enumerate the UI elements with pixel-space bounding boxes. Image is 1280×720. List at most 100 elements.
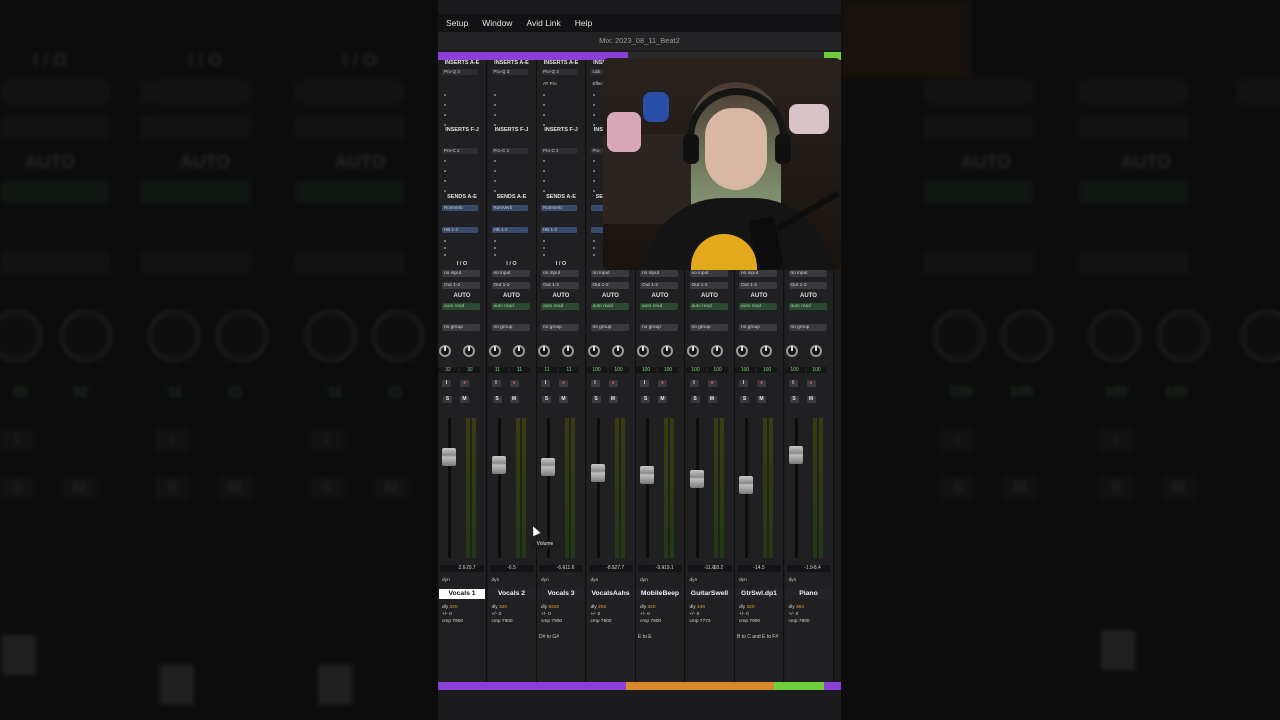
group-selector[interactable]: no group xyxy=(640,324,678,331)
dyn-button[interactable]: dyn xyxy=(690,577,728,584)
insert-slot[interactable]: Pro-C 2 xyxy=(442,148,478,154)
insert-slot[interactable]: AT Pro xyxy=(541,81,577,87)
insert-slot[interactable] xyxy=(492,81,528,87)
volume-fader[interactable] xyxy=(739,476,753,494)
pan-knob-right[interactable] xyxy=(562,345,574,357)
input-monitor-button[interactable]: I xyxy=(689,380,699,387)
output-selector[interactable]: Out 1-2 xyxy=(640,282,678,289)
insert-slot[interactable]: Pro-Q 3 xyxy=(541,69,577,75)
input-selector[interactable]: no input xyxy=(788,270,827,277)
pan-knob-right[interactable] xyxy=(463,345,475,357)
menu-window[interactable]: Window xyxy=(482,18,512,28)
pan-knob-left[interactable] xyxy=(439,345,451,357)
record-arm-icon[interactable]: ● xyxy=(707,380,717,387)
input-monitor-button[interactable]: I xyxy=(491,380,501,387)
automation-mode-selector[interactable]: auto read xyxy=(491,303,530,310)
input-selector[interactable]: no input xyxy=(689,270,728,277)
mute-button[interactable]: M xyxy=(757,396,766,403)
mute-button[interactable]: M xyxy=(559,396,568,403)
input-monitor-button[interactable]: I xyxy=(640,380,649,387)
mute-button[interactable]: M xyxy=(460,396,469,403)
solo-button[interactable]: S xyxy=(591,396,601,403)
output-selector[interactable]: Out 1-2 xyxy=(739,282,777,289)
send-slot[interactable]: HB 1-2 xyxy=(491,227,528,233)
track-name[interactable]: MobileBeep xyxy=(637,589,683,599)
menu-avid-link[interactable]: Avid Link xyxy=(526,18,560,28)
volume-fader[interactable] xyxy=(442,448,456,466)
automation-mode-selector[interactable]: auto read xyxy=(442,303,480,310)
volume-fader[interactable] xyxy=(689,470,704,488)
record-arm-icon[interactable]: ● xyxy=(608,380,618,387)
pan-knob-left[interactable] xyxy=(686,345,699,357)
record-arm-icon[interactable]: ● xyxy=(806,380,816,387)
insert-slot[interactable]: Pro-C 2 xyxy=(491,148,528,154)
group-selector[interactable]: no group xyxy=(442,324,480,331)
pan-knob-right[interactable] xyxy=(760,345,772,357)
input-monitor-button[interactable]: I xyxy=(788,380,798,387)
pan-knob-right[interactable] xyxy=(512,345,525,357)
send-slot[interactable]: RomVerb xyxy=(442,205,478,211)
output-selector[interactable]: Out 1-2 xyxy=(442,282,480,289)
input-selector[interactable]: no input xyxy=(491,270,530,277)
record-arm-icon[interactable]: ● xyxy=(559,380,568,387)
volume-fader[interactable] xyxy=(541,458,555,476)
input-selector[interactable]: no input xyxy=(442,270,480,277)
send-slot[interactable]: RomVerb xyxy=(541,205,577,211)
volume-fader[interactable] xyxy=(640,466,654,484)
record-arm-icon[interactable]: ● xyxy=(509,380,519,387)
volume-fader[interactable] xyxy=(788,446,803,464)
mute-button[interactable]: M xyxy=(608,396,618,403)
solo-button[interactable]: S xyxy=(443,396,452,403)
pan-knob-left[interactable] xyxy=(538,345,550,357)
group-selector[interactable]: no group xyxy=(590,324,629,331)
input-selector[interactable]: no input xyxy=(640,270,678,277)
automation-mode-selector[interactable]: auto read xyxy=(541,303,579,310)
mute-button[interactable]: M xyxy=(658,396,667,403)
track-name[interactable]: GuitarSwell xyxy=(686,589,733,599)
dyn-button[interactable]: dyn xyxy=(739,577,777,584)
input-monitor-button[interactable]: I xyxy=(541,380,550,387)
track-name[interactable]: VocalsAahs xyxy=(587,589,634,599)
dyn-button[interactable]: dyn xyxy=(541,577,579,584)
dyn-button[interactable]: dyn xyxy=(442,577,480,584)
record-arm-icon[interactable]: ● xyxy=(658,380,667,387)
automation-mode-selector[interactable]: auto read xyxy=(739,303,777,310)
pan-knob-right[interactable] xyxy=(611,345,624,357)
track-name[interactable]: Vocals 1 xyxy=(439,589,485,599)
volume-fader[interactable] xyxy=(491,456,506,474)
input-monitor-button[interactable]: I xyxy=(739,380,748,387)
track-name[interactable]: GtrSwl.dp1 xyxy=(736,589,782,599)
volume-fader[interactable] xyxy=(590,464,605,482)
group-selector[interactable]: no group xyxy=(541,324,579,331)
dyn-button[interactable]: dyn xyxy=(789,577,827,584)
pan-knob-right[interactable] xyxy=(710,345,723,357)
solo-button[interactable]: S xyxy=(641,396,650,403)
input-monitor-button[interactable]: I xyxy=(590,380,600,387)
track-name[interactable]: Piano xyxy=(785,589,832,599)
record-arm-icon[interactable]: ● xyxy=(757,380,766,387)
automation-mode-selector[interactable]: auto read xyxy=(590,303,629,310)
insert-slot[interactable]: Pro-Q 3 xyxy=(442,69,478,75)
automation-mode-selector[interactable]: auto read xyxy=(788,303,827,310)
output-selector[interactable]: Out 1-2 xyxy=(590,282,629,289)
pan-knob-right[interactable] xyxy=(661,345,673,357)
dyn-button[interactable]: dyn xyxy=(640,577,678,584)
record-arm-icon[interactable]: ● xyxy=(460,380,469,387)
solo-button[interactable]: S xyxy=(542,396,551,403)
solo-button[interactable]: S xyxy=(740,396,749,403)
mute-button[interactable]: M xyxy=(707,396,717,403)
output-selector[interactable]: Out 1-2 xyxy=(491,282,530,289)
output-selector[interactable]: Out 1-2 xyxy=(541,282,579,289)
pan-knob-left[interactable] xyxy=(637,345,649,357)
pan-knob-left[interactable] xyxy=(587,345,600,357)
output-selector[interactable]: Out 1-2 xyxy=(689,282,728,289)
mute-button[interactable]: M xyxy=(806,396,816,403)
insert-slot[interactable]: Pro-C 2 xyxy=(541,148,577,154)
group-selector[interactable]: no group xyxy=(788,324,827,331)
input-monitor-button[interactable]: I xyxy=(442,380,451,387)
pan-knob-left[interactable] xyxy=(488,345,501,357)
solo-button[interactable]: S xyxy=(492,396,502,403)
automation-mode-selector[interactable]: auto read xyxy=(689,303,728,310)
solo-button[interactable]: S xyxy=(690,396,700,403)
dyn-button[interactable]: dyn xyxy=(591,577,629,584)
